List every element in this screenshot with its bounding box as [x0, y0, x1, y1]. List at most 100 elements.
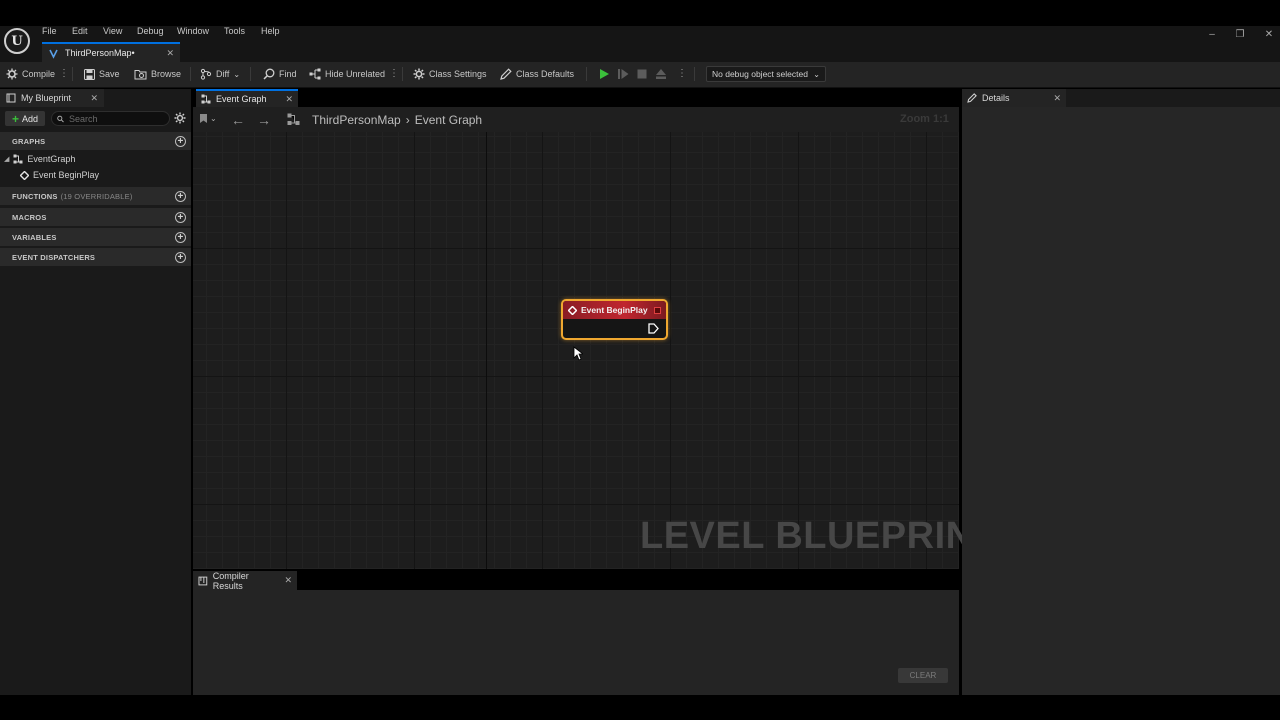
compiler-results-icon [198, 576, 208, 585]
search-icon [263, 68, 275, 80]
tab-details[interactable]: Details ✕ [962, 89, 1066, 107]
gear-icon [413, 68, 425, 80]
clear-button[interactable]: CLEAR [898, 668, 948, 683]
close-icon[interactable]: ✕ [285, 94, 293, 105]
add-graph-icon[interactable]: + [175, 135, 186, 147]
add-label: Add [22, 113, 39, 124]
node-header: Event BeginPlay [563, 301, 666, 319]
tree-item-eventgraph[interactable]: ◢ EventGraph [4, 152, 75, 166]
eject-icon[interactable] [654, 67, 668, 81]
section-functions-sublabel: (19 OVERRIDABLE) [60, 191, 133, 201]
menu-file[interactable]: File [42, 26, 57, 36]
browse-icon [134, 69, 147, 79]
chevron-down-icon: ⌄ [233, 69, 241, 79]
compile-button[interactable]: Compile [6, 66, 55, 82]
diff-icon [200, 68, 212, 80]
forward-arrow-icon[interactable]: → [257, 112, 271, 128]
graph-icon [13, 154, 23, 164]
add-variable-icon[interactable]: + [175, 231, 186, 243]
add-function-icon[interactable]: + [175, 190, 186, 202]
section-variables[interactable]: VARIABLES + [0, 228, 191, 246]
section-functions[interactable]: FUNCTIONS (19 OVERRIDABLE) + [0, 187, 191, 205]
add-event-dispatcher-icon[interactable]: + [175, 251, 186, 263]
tab-my-blueprint[interactable]: My Blueprint ✕ [0, 89, 104, 107]
unreal-logo-icon[interactable]: U [4, 28, 30, 54]
breadcrumb-event-graph[interactable]: Event Graph [415, 113, 482, 127]
tree-item-event-beginplay[interactable]: Event BeginPlay [20, 168, 99, 182]
compile-options-icon[interactable]: ⋮ [59, 66, 69, 82]
toolbar-separator [72, 67, 73, 81]
breadcrumb: ThirdPersonMap › Event Graph [312, 112, 482, 128]
close-window-icon[interactable]: ✕ [1259, 27, 1279, 41]
blueprint-icon [49, 49, 58, 59]
menu-window[interactable]: Window [177, 26, 209, 36]
step-icon[interactable] [616, 67, 630, 81]
plus-icon: + [11, 111, 19, 126]
tab-my-blueprint-label: My Blueprint [21, 93, 72, 103]
save-label: Save [99, 69, 120, 79]
section-event-dispatchers[interactable]: EVENT DISPATCHERS + [0, 248, 191, 266]
class-settings-label: Class Settings [429, 69, 487, 79]
toolbar-separator [586, 67, 587, 81]
section-graphs-label: GRAPHS [12, 136, 46, 146]
tab-event-graph-label: Event Graph [216, 94, 267, 104]
exec-output-pin-icon[interactable] [648, 323, 659, 334]
close-icon[interactable]: ✕ [284, 575, 292, 586]
blueprint-book-icon [6, 93, 16, 103]
section-event-dispatchers-label: EVENT DISPATCHERS [12, 252, 96, 262]
menu-edit[interactable]: Edit [72, 26, 88, 36]
toolbar-separator [250, 67, 251, 81]
section-macros-label: MACROS [12, 212, 47, 222]
save-button[interactable]: Save [84, 66, 120, 82]
tree-item-event-beginplay-label: Event BeginPlay [33, 170, 100, 180]
menu-help[interactable]: Help [261, 26, 280, 36]
close-icon[interactable]: ✕ [90, 93, 98, 104]
settings-gear-icon[interactable] [174, 112, 186, 126]
menu-debug[interactable]: Debug [137, 26, 164, 36]
class-settings-button[interactable]: Class Settings [413, 66, 487, 82]
search-input[interactable] [69, 113, 164, 124]
class-defaults-button[interactable]: Class Defaults [500, 66, 574, 82]
top-letterbox [0, 0, 1280, 26]
close-icon[interactable]: ✕ [1053, 93, 1061, 104]
restore-icon[interactable]: ❐ [1230, 27, 1250, 41]
hide-unrelated-button[interactable]: Hide Unrelated [309, 66, 385, 82]
toolbar-separator [402, 67, 403, 81]
event-diamond-icon [568, 305, 577, 315]
close-icon[interactable]: ✕ [166, 48, 174, 59]
browse-label: Browse [151, 69, 182, 79]
diff-button[interactable]: Diff ⌄ [200, 66, 240, 82]
search-field[interactable] [51, 111, 170, 126]
save-icon [84, 68, 95, 80]
breadcrumb-map[interactable]: ThirdPersonMap [312, 113, 401, 127]
add-macro-icon[interactable]: + [175, 211, 186, 223]
add-button[interactable]: + Add [5, 111, 45, 126]
compiler-results-panel [193, 590, 959, 695]
menu-view[interactable]: View [103, 26, 122, 36]
bookmark-button[interactable]: ⌄ [199, 113, 217, 124]
play-options-icon[interactable]: ⋮ [677, 66, 687, 82]
section-graphs[interactable]: GRAPHS + [0, 132, 191, 150]
graph-header-bar [193, 107, 959, 132]
back-arrow-icon[interactable]: ← [231, 112, 245, 128]
graph-hierarchy-icon[interactable] [287, 113, 301, 128]
document-tab[interactable]: ThirdPersonMap• ✕ [42, 42, 180, 62]
diff-label: Diff [216, 69, 230, 79]
tab-event-graph[interactable]: Event Graph ✕ [196, 89, 298, 107]
hide-unrelated-options-icon[interactable]: ⋮ [389, 66, 399, 82]
section-macros[interactable]: MACROS + [0, 208, 191, 226]
event-beginplay-node[interactable]: Event BeginPlay [561, 299, 668, 340]
menu-tools[interactable]: Tools [224, 26, 245, 36]
tab-compiler-results[interactable]: Compiler Results ✕ [193, 571, 297, 591]
stop-icon[interactable] [635, 67, 649, 81]
find-button[interactable]: Find [263, 66, 297, 82]
find-label: Find [279, 69, 297, 79]
hide-unrelated-icon [309, 68, 321, 80]
play-icon[interactable] [597, 67, 611, 81]
minimize-icon[interactable]: – [1202, 27, 1222, 41]
debug-object-dropdown[interactable]: No debug object selected ⌄ [706, 66, 826, 82]
browse-button[interactable]: Browse [134, 66, 181, 82]
delegate-pin-icon[interactable] [654, 306, 661, 314]
chevron-down-icon: ⌄ [813, 69, 820, 79]
level-blueprint-watermark: LEVEL BLUEPRINT [640, 515, 998, 557]
